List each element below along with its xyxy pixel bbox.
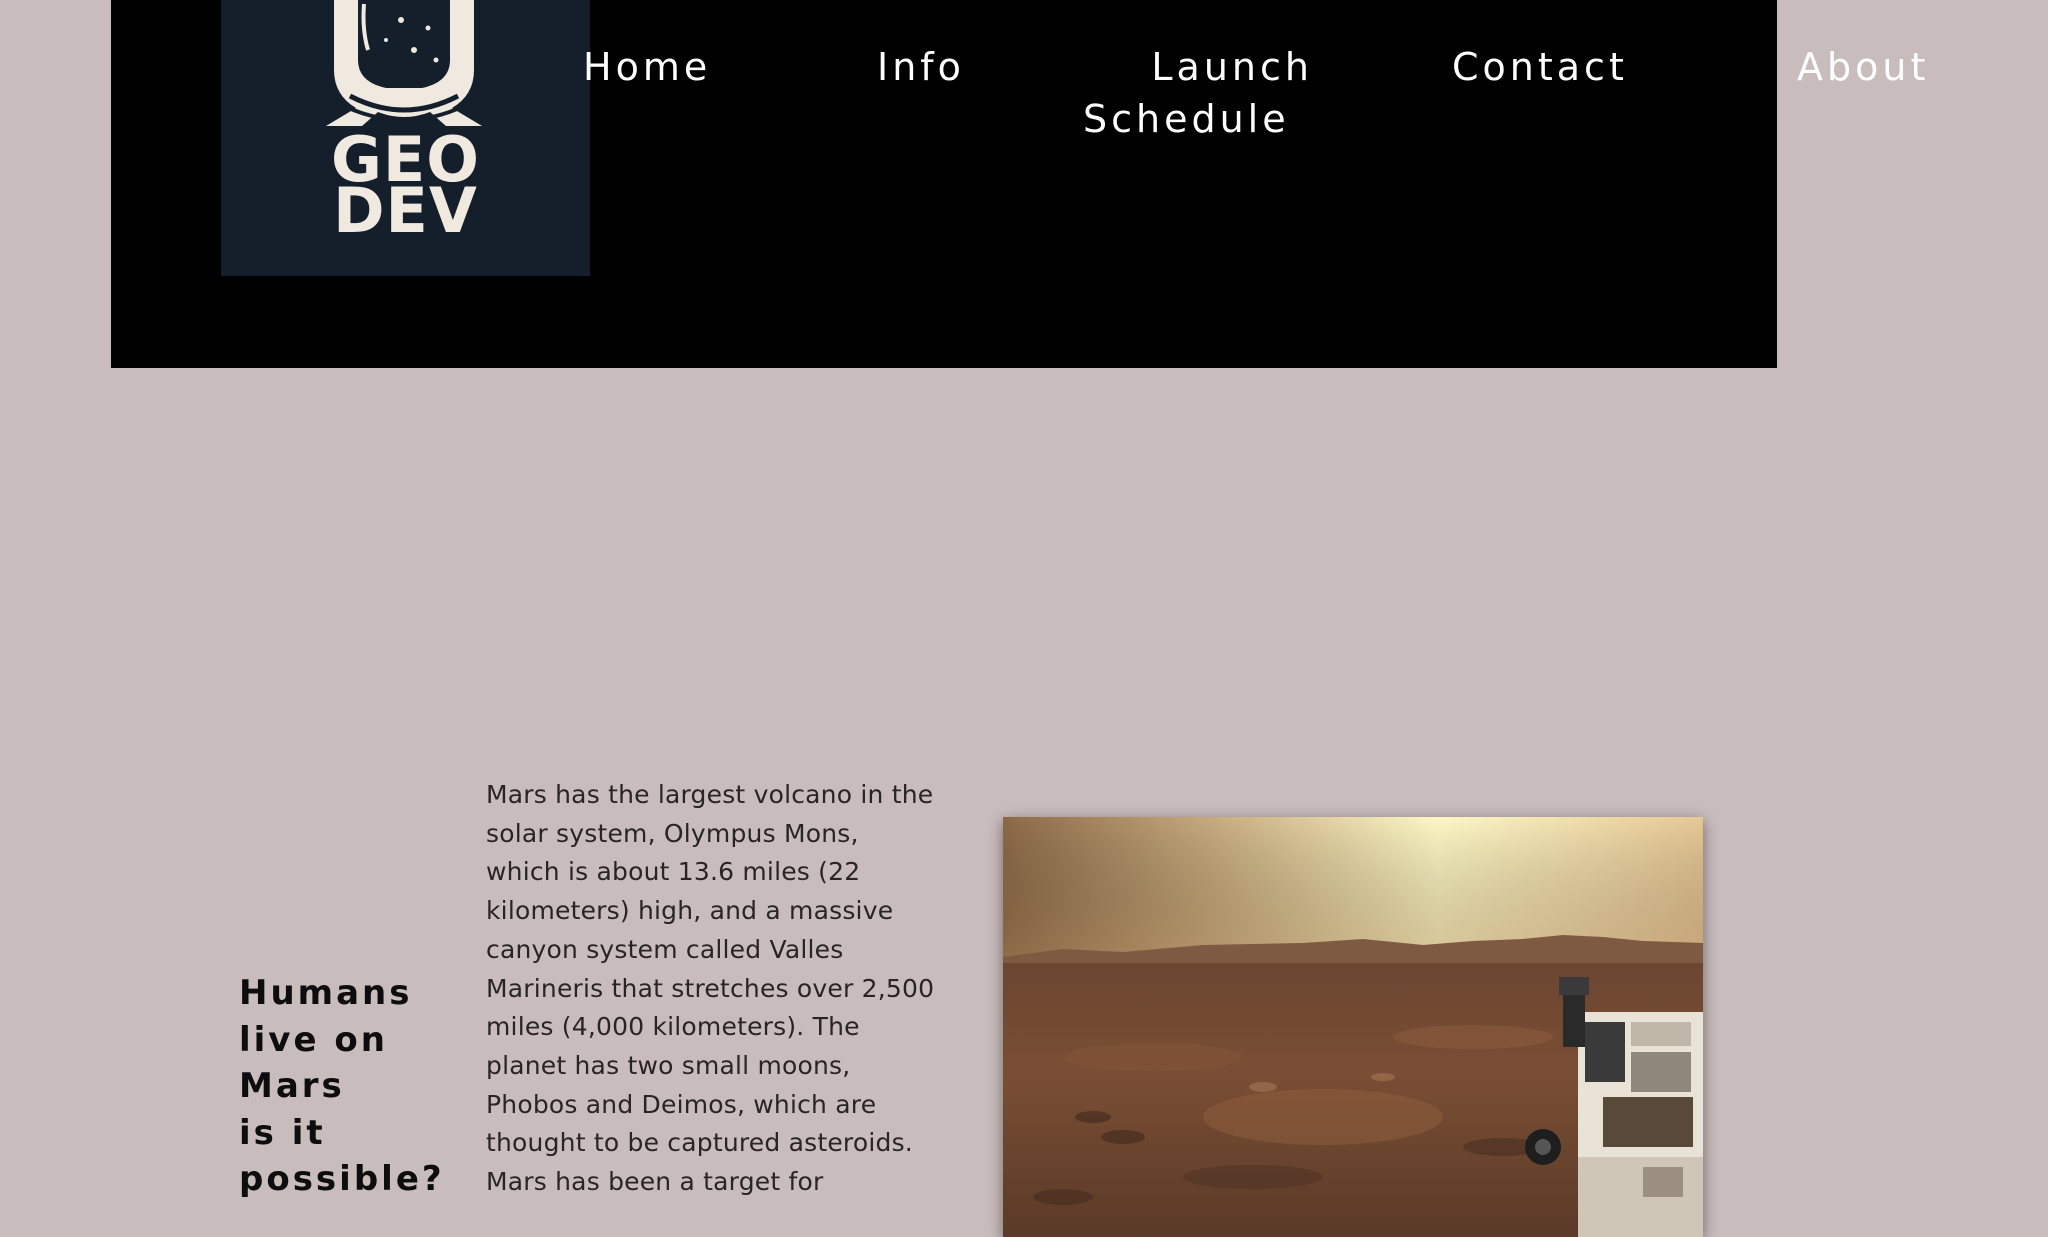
nav-home[interactable]: Home: [583, 41, 711, 93]
heading-line: possible?: [239, 1159, 445, 1199]
article-text: Mars has the largest volcano in the sola…: [486, 780, 935, 1197]
nav-about[interactable]: About: [1797, 41, 1929, 93]
nav-launch-schedule-line2[interactable]: Schedule: [1083, 93, 1290, 145]
nav-contact[interactable]: Contact: [1452, 41, 1628, 93]
nav-launch-schedule[interactable]: Launch: [1083, 41, 1313, 93]
heading-line: Mars: [239, 1066, 345, 1106]
nav-info[interactable]: Info: [877, 41, 965, 93]
logo-text-dev: DEV: [333, 174, 478, 247]
section-heading: Humans live on Mars is it possible?: [239, 970, 469, 1203]
heading-line: is it: [239, 1112, 326, 1153]
heading-line: live on: [239, 1019, 388, 1060]
heading-line: Humans: [239, 973, 413, 1013]
astronaut-helmet-icon: [326, 0, 482, 126]
mars-rover-photo: [1003, 817, 1703, 1237]
